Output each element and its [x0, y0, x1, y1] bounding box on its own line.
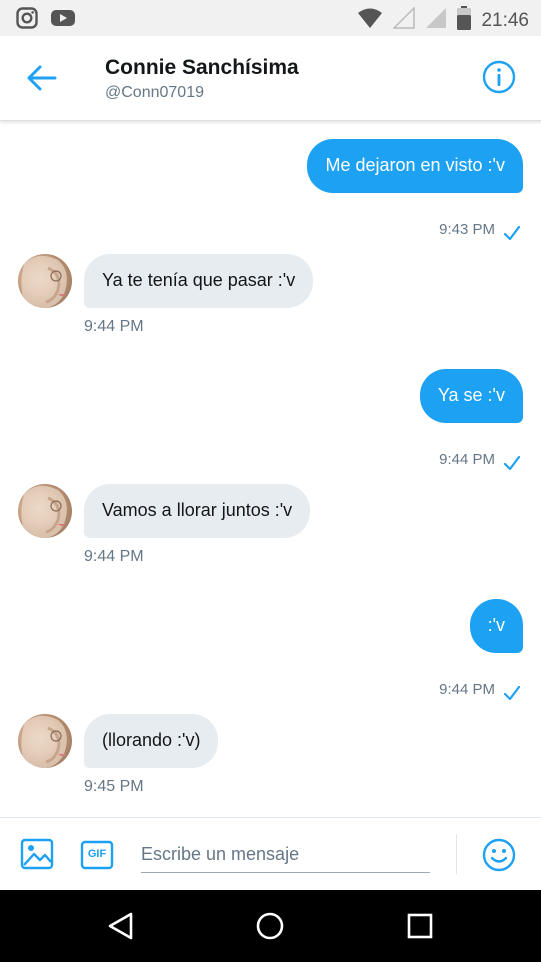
message-timestamp: 9:44 PM — [439, 451, 495, 468]
status-bar: 21:46 — [0, 0, 541, 36]
recents-square-icon — [407, 913, 433, 939]
message-timestamp: 9:44 PM — [84, 548, 144, 565]
message-list[interactable]: Me dejaron en visto :'v 9:43 PM Ya te te… — [0, 121, 541, 817]
battery-icon — [457, 6, 472, 35]
message-timestamp: 9:44 PM — [84, 318, 144, 335]
add-image-button[interactable] — [20, 838, 54, 870]
contact-name[interactable]: Connie Sanchísima — [105, 56, 299, 80]
compose-divider — [456, 834, 457, 874]
gif-label: GIF — [87, 848, 107, 860]
message-bubble[interactable]: Ya te tenía que pasar :'v — [84, 254, 314, 308]
contact-handle: @Conn07019 — [105, 84, 204, 101]
signal-icon — [392, 6, 416, 34]
sent-check-icon — [503, 225, 521, 241]
home-circle-icon — [256, 912, 284, 940]
nav-back-button[interactable] — [106, 911, 136, 941]
emoji-button[interactable] — [482, 838, 516, 872]
avatar[interactable] — [18, 714, 72, 768]
conversation-header: Connie Sanchísima @Conn07019 — [0, 36, 541, 121]
info-button[interactable] — [482, 60, 516, 94]
back-button[interactable] — [26, 64, 58, 92]
avatar[interactable] — [18, 254, 72, 308]
signal-icon — [425, 7, 447, 34]
youtube-icon — [50, 7, 76, 34]
message-bubble[interactable]: Ya se :'v — [419, 369, 523, 423]
nav-home-button[interactable] — [255, 911, 285, 941]
add-gif-button[interactable]: GIF — [80, 840, 114, 870]
image-icon — [20, 838, 54, 870]
message-input[interactable] — [141, 836, 430, 873]
instagram-icon — [16, 7, 38, 34]
message-timestamp: 9:43 PM — [439, 221, 495, 238]
message-bubble[interactable]: (llorando :'v) — [84, 714, 219, 768]
message-bubble[interactable]: Me dejaron en visto :'v — [307, 139, 523, 193]
message-bubble[interactable]: :'v — [469, 599, 523, 653]
avatar[interactable] — [18, 484, 72, 538]
back-triangle-icon — [108, 912, 133, 940]
message-bubble[interactable]: Vamos a llorar juntos :'v — [84, 484, 311, 538]
arrow-left-icon — [27, 65, 57, 91]
info-icon — [482, 60, 516, 94]
compose-bar: GIF — [0, 817, 541, 891]
wifi-icon — [357, 7, 383, 34]
sent-check-icon — [503, 455, 521, 471]
sent-check-icon — [503, 685, 521, 701]
nav-recents-button[interactable] — [407, 913, 433, 939]
status-time: 21:46 — [481, 9, 529, 31]
message-timestamp: 9:45 PM — [84, 778, 144, 795]
system-nav-bar — [0, 890, 541, 962]
emoji-icon — [482, 838, 516, 872]
message-timestamp: 9:44 PM — [439, 681, 495, 698]
